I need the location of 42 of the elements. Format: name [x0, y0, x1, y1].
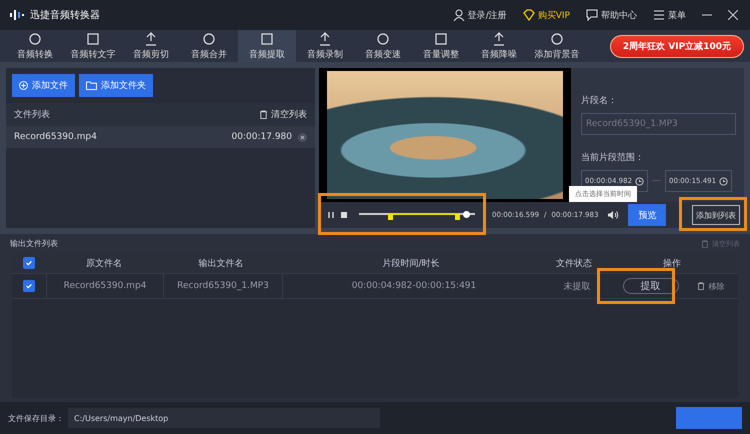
tool-tab[interactable]: 音频降噪 — [470, 30, 528, 62]
column-header: 原文件名 — [86, 258, 122, 270]
tool-tab[interactable]: 音量调整 — [412, 30, 470, 62]
tool-tab[interactable]: 音频转换 — [6, 30, 64, 62]
header-link[interactable]: 帮助中心 — [601, 8, 637, 22]
tool-tab[interactable]: 音频合并 — [180, 30, 238, 62]
file-list-title: 文件列表 — [14, 108, 50, 121]
table-cell: 00:00:04:982-00:00:15:491 — [352, 281, 476, 291]
output-list-title: 输出文件列表 — [10, 238, 58, 249]
tool-tab[interactable]: 音频剪切 — [122, 30, 180, 62]
clear-list-link[interactable]: 清空列表 — [271, 108, 307, 121]
tool-tab[interactable]: 音频变速 — [354, 30, 412, 62]
remove-link[interactable]: 移除 — [708, 280, 724, 292]
header-link[interactable]: 登录/注册 — [468, 8, 507, 22]
tool-tab[interactable]: 音频录制 — [296, 30, 354, 62]
table-cell-text: 未提取 — [564, 280, 590, 292]
segment-name-label: 片段名： — [581, 94, 618, 107]
add-to-list-button[interactable]: 添加到列表 — [692, 205, 740, 225]
preview-button[interactable]: 预览 — [628, 204, 666, 226]
segment-range-label: 当前片段范围： — [581, 152, 645, 164]
column-header: 输出文件名 — [198, 258, 244, 270]
app-title: 迅捷音频转换器 — [30, 8, 100, 22]
table-cell: Record65390.mp4 — [64, 281, 146, 291]
add-folder-button[interactable]: 添加文件夹 — [79, 74, 153, 97]
column-header: 片段时间/时长 — [382, 258, 440, 270]
range-dash: — — [652, 176, 662, 186]
promo-button[interactable]: 2周年狂欢 VIP立减100元 — [610, 34, 744, 58]
column-header: 文件状态 — [556, 258, 592, 270]
save-dir-field[interactable]: C:/Users/mayn/Desktop — [68, 408, 380, 428]
segment-name-field[interactable]: Record65390_1.MP3 — [581, 113, 736, 135]
tool-tab[interactable]: 音频提取 — [238, 30, 296, 62]
file-duration: 00:00:17.980 — [232, 132, 292, 142]
tool-tab[interactable]: 添加背景音 — [528, 30, 586, 62]
file-name: Record65390.mp4 — [14, 132, 97, 142]
header-link[interactable]: 菜单 — [668, 8, 686, 22]
add-file-button[interactable]: 添加文件 — [12, 74, 75, 97]
table-cell: Record65390_1.MP3 — [177, 281, 269, 291]
extract-button[interactable]: 提取 — [622, 278, 678, 294]
tool-tab[interactable]: 音频转文字 — [64, 30, 122, 62]
column-header: 操作 — [663, 258, 681, 270]
save-dir-label: 文件保存目录： — [8, 412, 64, 424]
header-link[interactable]: 购买VIP — [538, 8, 570, 22]
